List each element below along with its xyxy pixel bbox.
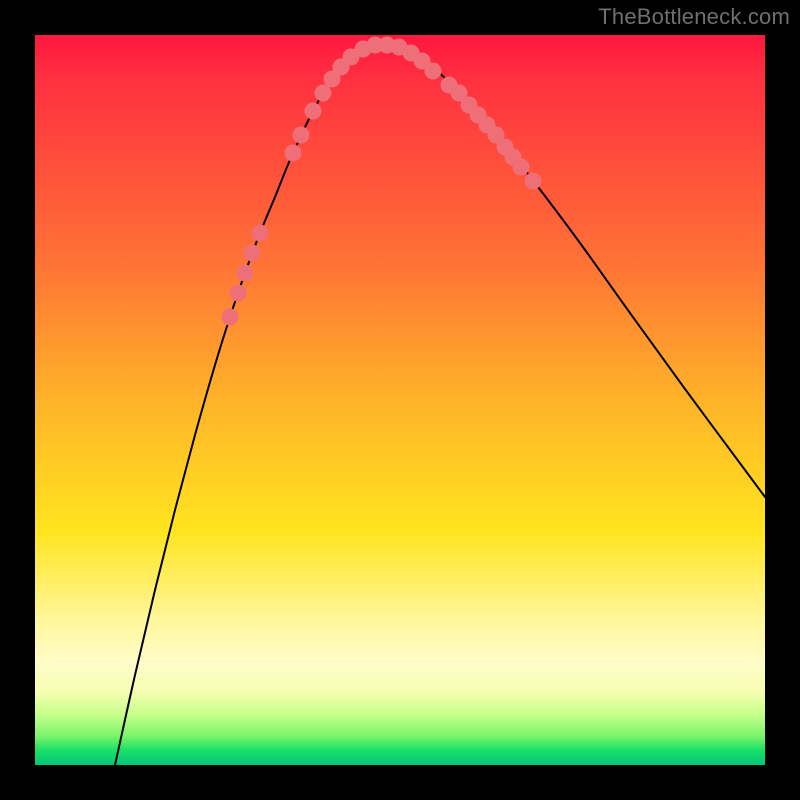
chart-frame: TheBottleneck.com [0,0,800,800]
marker-dot [285,145,302,162]
bottleneck-curve [115,45,765,765]
marker-dot [293,127,310,144]
watermark-label: TheBottleneck.com [598,4,790,30]
marker-dot [425,63,442,80]
curve-svg [35,35,765,765]
marker-dot [244,245,261,262]
marker-dot [513,159,530,176]
marker-dot [252,225,269,242]
plot-area [35,35,765,765]
marker-dot [315,85,332,102]
marker-dot [230,285,247,302]
marker-dot [222,309,239,326]
highlight-markers [222,37,542,326]
marker-dot [237,265,254,282]
marker-dot [305,103,322,120]
marker-dot [525,173,542,190]
